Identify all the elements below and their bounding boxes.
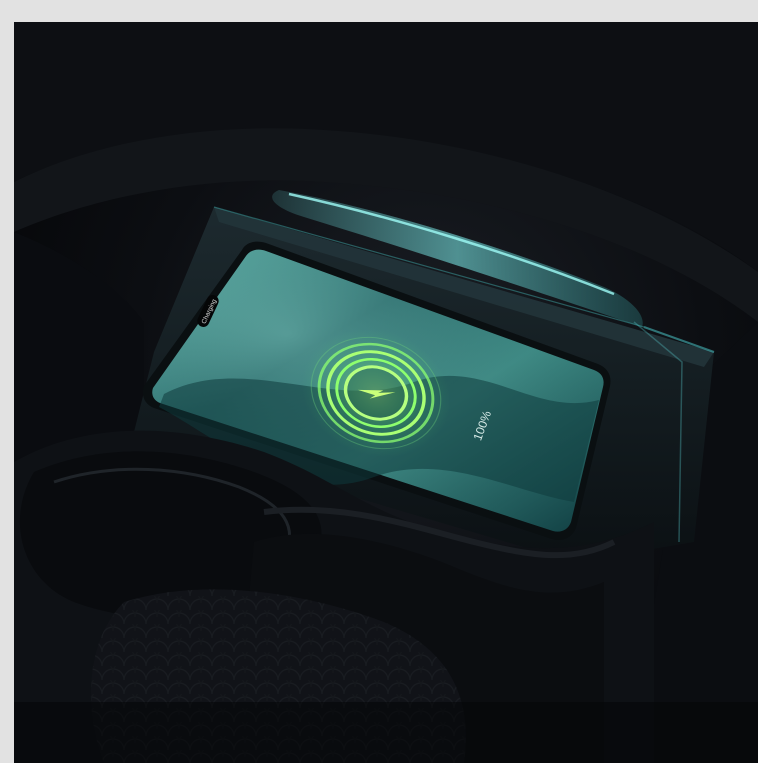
car-console-photo: Charging 100% [14,22,758,763]
scene-illustration: Charging 100% [14,22,758,763]
image-frame: Charging 100% [0,0,758,763]
